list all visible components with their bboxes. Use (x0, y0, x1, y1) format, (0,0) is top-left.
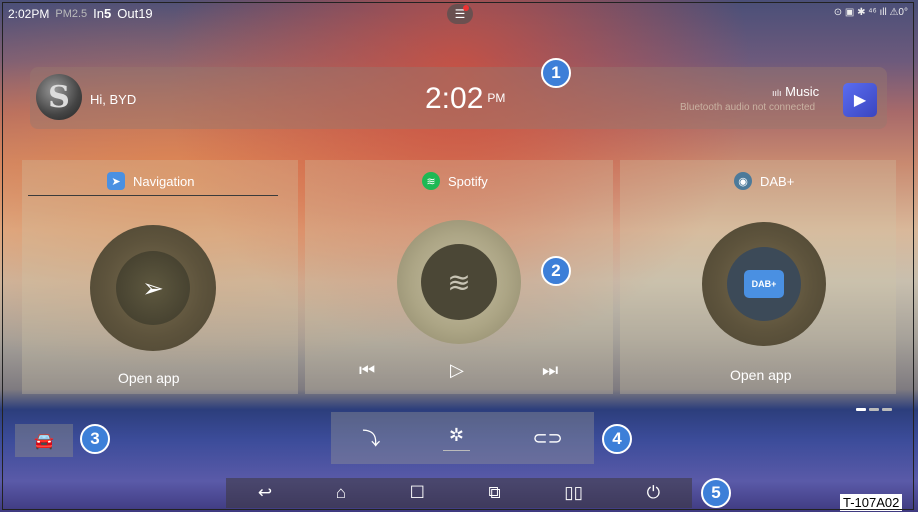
spotify-icon: ≋ (422, 172, 440, 190)
open-navigation-app[interactable]: Open app (118, 370, 180, 386)
climate-controls: ⤵ ✲ ⊂⊃ (331, 412, 594, 464)
dab-logo: DAB+ (744, 270, 784, 298)
navigation-launcher[interactable]: ➢ (90, 225, 216, 351)
avatar[interactable]: S (36, 74, 82, 120)
home-icon[interactable]: ⌂ (336, 483, 346, 503)
status-bar: 2:02PM PM2.5 In5 Out19 (8, 6, 153, 21)
spotify-launcher[interactable]: ≋ (397, 220, 521, 344)
indoor-label: In5 (93, 6, 112, 21)
open-dab-app[interactable]: Open app (730, 367, 792, 383)
tab-navigation[interactable]: ➤ Navigation (107, 172, 194, 190)
seat-airflow-icon[interactable]: ⤵ (362, 425, 380, 451)
previous-track-icon[interactable]: ⏮ (359, 360, 375, 381)
page-indicator (856, 408, 892, 411)
back-icon[interactable]: ↩ (258, 483, 272, 503)
pm25-label: PM2.5 (55, 7, 88, 20)
next-track-icon[interactable]: ⏭ (542, 360, 558, 381)
callout-badge-5: 5 (701, 478, 731, 508)
music-status: Bluetooth audio not connected (680, 102, 816, 113)
callout-badge-4: 4 (602, 424, 632, 454)
notification-dot (463, 5, 469, 11)
outdoor-label: Out19 (117, 6, 153, 21)
tab-spotify[interactable]: ≋ Spotify (422, 172, 488, 190)
power-icon[interactable]: ⏻ (647, 483, 660, 503)
status-time: 2:02PM (8, 6, 50, 21)
radio-icon: ◉ (734, 172, 752, 190)
dab-launcher[interactable]: DAB+ (702, 222, 826, 346)
dab-radio-icon: DAB+ (727, 247, 801, 321)
navigation-arrow-icon: ➢ (116, 251, 190, 325)
screenshot-icon[interactable]: ⧉ (489, 483, 501, 503)
spotify-logo-icon: ≋ (421, 244, 497, 320)
clock: 2:02 PM (425, 82, 506, 115)
notification-icon[interactable]: ☰ (447, 4, 473, 24)
fan-icon[interactable]: ✲ (442, 425, 470, 451)
callout-badge-2: 2 (541, 256, 571, 286)
tab-underline (28, 195, 278, 196)
greeting-text: Hi, BYD (90, 92, 137, 107)
callout-badge-1: 1 (541, 58, 571, 88)
figure-code: T-107A02 (840, 494, 903, 511)
system-navigation-bar: ↩ ⌂ ☐ ⧉ ▯▯ ⏻ (226, 478, 692, 508)
navigation-icon: ➤ (107, 172, 125, 190)
signal-bars-icon: ıılı (772, 88, 782, 98)
car-icon[interactable]: 🚘 (15, 424, 73, 457)
callout-badge-3: 3 (80, 424, 110, 454)
system-status-icons: ⊙ ▣ ✱ ⁴⁶ ıll ⚠0° (833, 7, 908, 18)
music-title[interactable]: ıılı Music (772, 84, 819, 99)
tab-dab[interactable]: ◉ DAB+ (734, 172, 794, 190)
play-pause-icon[interactable]: ▷ (450, 360, 464, 381)
play-icon[interactable]: ▶ (843, 83, 877, 117)
recent-apps-icon[interactable]: ☐ (410, 483, 425, 503)
split-screen-icon[interactable]: ▯▯ (564, 483, 583, 503)
car-ac-icon[interactable]: ⊂⊃ (533, 428, 563, 449)
